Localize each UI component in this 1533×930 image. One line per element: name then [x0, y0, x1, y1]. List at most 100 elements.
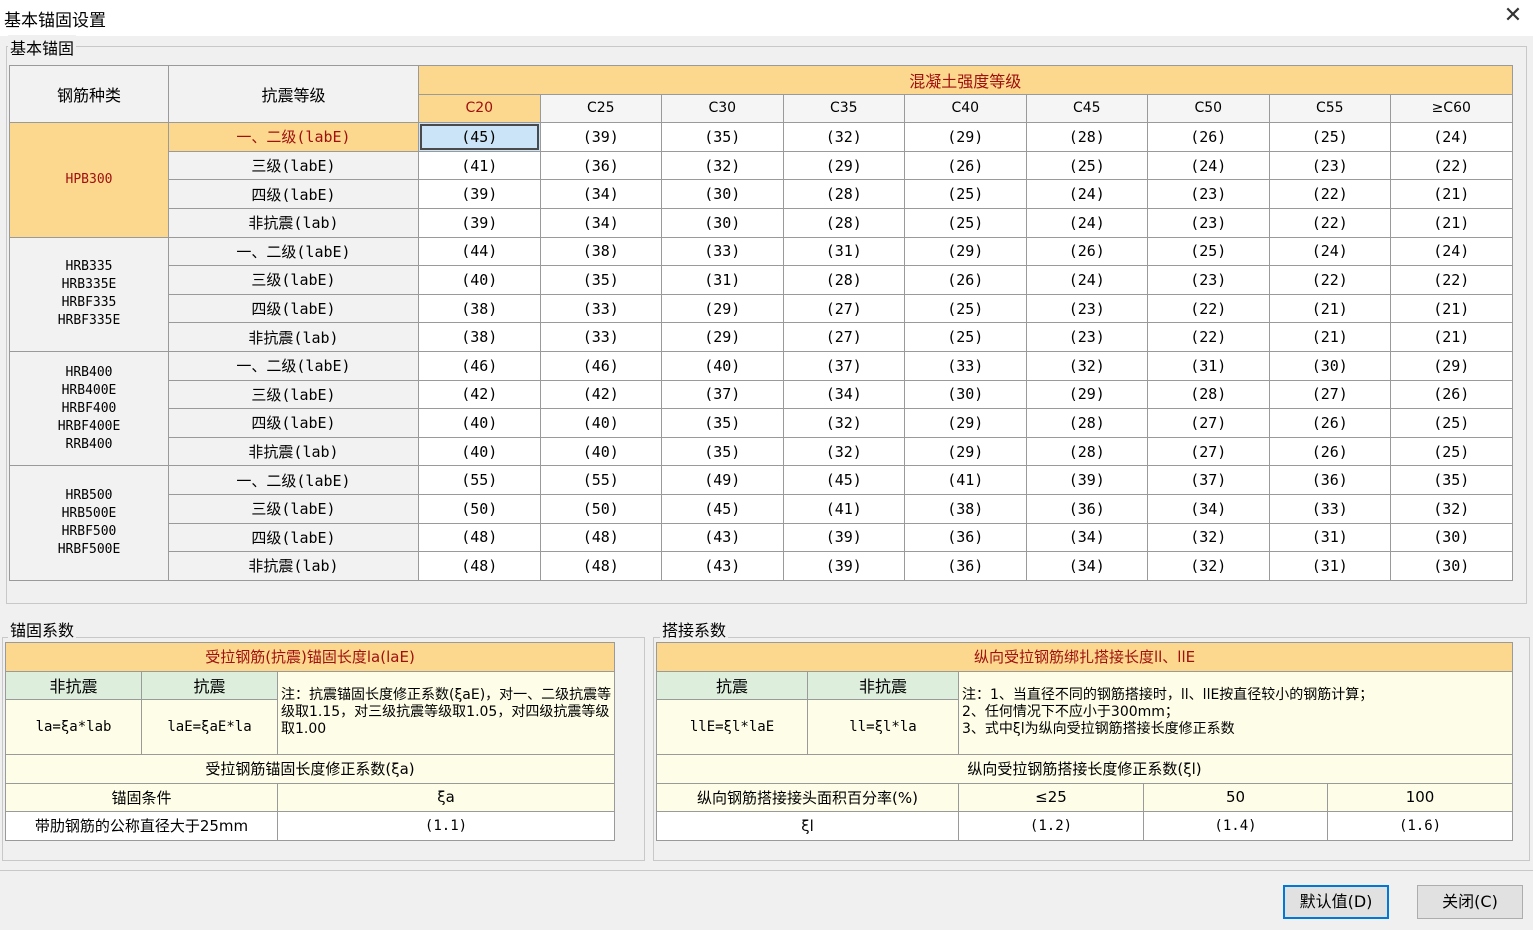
- anchorage-value-cell[interactable]: (38): [904, 493, 1027, 524]
- anchorage-value-cell[interactable]: (28): [782, 265, 905, 295]
- anchorage-value-cell[interactable]: (26): [1268, 408, 1391, 438]
- anchorage-value-cell[interactable]: (48): [539, 522, 662, 553]
- anchorage-value-cell[interactable]: (24): [1025, 265, 1148, 295]
- anchorage-value-cell[interactable]: (46): [418, 350, 541, 381]
- anchorage-value-cell[interactable]: (25): [1025, 150, 1148, 181]
- anchorage-value-cell[interactable]: (35): [661, 408, 784, 438]
- anchorage-value-cell[interactable]: (27): [1147, 408, 1270, 438]
- anchorage-value-cell[interactable]: (29): [782, 150, 905, 181]
- anchorage-value-cell[interactable]: (26): [1025, 236, 1148, 267]
- lap-coef-100[interactable]: (1.6): [1326, 811, 1514, 841]
- anchorage-value-cell[interactable]: (30): [1268, 350, 1391, 381]
- close-button[interactable]: 关闭(C): [1417, 885, 1523, 919]
- anchorage-value-cell[interactable]: (23): [1147, 179, 1270, 209]
- anchorage-value-cell[interactable]: (35): [661, 436, 784, 467]
- anchorage-value-cell[interactable]: (42): [418, 379, 541, 410]
- anchorage-value-cell[interactable]: (23): [1268, 150, 1391, 181]
- anchorage-value-cell[interactable]: (22): [1390, 265, 1513, 295]
- anchorage-value-cell[interactable]: (35): [1390, 465, 1513, 495]
- anchorage-value-cell[interactable]: (21): [1390, 293, 1513, 324]
- anchorage-value-cell[interactable]: (48): [418, 551, 541, 581]
- anchorage-value-cell[interactable]: (44): [418, 236, 541, 267]
- anchorage-value-cell[interactable]: (22): [1268, 179, 1391, 209]
- anchorage-value-cell[interactable]: (37): [1147, 465, 1270, 495]
- anchorage-value-cell[interactable]: (39): [539, 122, 662, 152]
- anchorage-value-cell[interactable]: (40): [539, 436, 662, 467]
- anchorage-value-cell[interactable]: (29): [904, 122, 1027, 152]
- anchorage-value-cell[interactable]: (29): [904, 408, 1027, 438]
- anchorage-value-cell[interactable]: (32): [1390, 493, 1513, 524]
- anchorage-value-cell[interactable]: (25): [904, 322, 1027, 352]
- anchorage-value-cell[interactable]: (34): [539, 179, 662, 209]
- anchorage-value-cell[interactable]: (22): [1147, 322, 1270, 352]
- anchorage-value-cell[interactable]: (22): [1268, 207, 1391, 238]
- anchorage-value-cell[interactable]: (39): [418, 179, 541, 209]
- anchorage-value-cell[interactable]: (45): [661, 493, 784, 524]
- anchorage-value-cell[interactable]: (23): [1147, 265, 1270, 295]
- anchorage-value-cell[interactable]: (35): [661, 122, 784, 152]
- anchorage-value-cell[interactable]: (32): [1147, 522, 1270, 553]
- anchorage-value-cell[interactable]: (31): [661, 265, 784, 295]
- anchorage-value-cell[interactable]: (48): [418, 522, 541, 553]
- anchorage-value-cell[interactable]: (36): [904, 551, 1027, 581]
- anchorage-value-cell[interactable]: (22): [1147, 293, 1270, 324]
- anchorage-value-cell[interactable]: (29): [1390, 350, 1513, 381]
- anchorage-value-cell[interactable]: (33): [661, 236, 784, 267]
- anchorage-value-cell[interactable]: (43): [661, 522, 784, 553]
- anchorage-value-cell[interactable]: (50): [539, 493, 662, 524]
- anchorage-value-cell[interactable]: (25): [1268, 122, 1391, 152]
- anchorage-value-cell[interactable]: (43): [661, 551, 784, 581]
- anchorage-value-cell[interactable]: (23): [1025, 322, 1148, 352]
- anchorage-value-cell[interactable]: (29): [661, 293, 784, 324]
- anchorage-value-cell[interactable]: (34): [1025, 551, 1148, 581]
- anchorage-value-cell[interactable]: (45): [782, 465, 905, 495]
- anchorage-value-cell[interactable]: (34): [1147, 493, 1270, 524]
- anchorage-value-cell[interactable]: (31): [1147, 350, 1270, 381]
- anchorage-value-cell[interactable]: (26): [1147, 122, 1270, 152]
- anchorage-value-cell[interactable]: (40): [661, 350, 784, 381]
- anchorage-value-cell[interactable]: (38): [418, 293, 541, 324]
- anchorage-value-cell[interactable]: (33): [904, 350, 1027, 381]
- anchorage-value-cell[interactable]: (25): [1147, 236, 1270, 267]
- anchorage-value-cell[interactable]: (49): [661, 465, 784, 495]
- anchorage-value-cell[interactable]: (41): [418, 150, 541, 181]
- anchorage-value-cell[interactable]: (40): [418, 408, 541, 438]
- anchorage-value-cell[interactable]: (32): [782, 122, 905, 152]
- anchorage-value-cell[interactable]: (21): [1268, 293, 1391, 324]
- anchorage-value-cell[interactable]: (21): [1268, 322, 1391, 352]
- anchorage-value-cell[interactable]: (29): [904, 436, 1027, 467]
- anchorage-value-cell[interactable]: (33): [539, 293, 662, 324]
- anchorage-value-cell[interactable]: (25): [1390, 408, 1513, 438]
- anchorage-value-cell[interactable]: (33): [539, 322, 662, 352]
- anchorage-value-cell[interactable]: (21): [1390, 207, 1513, 238]
- anchorage-value-cell[interactable]: (31): [1268, 551, 1391, 581]
- anchorage-value-cell[interactable]: (27): [1147, 436, 1270, 467]
- anchorage-value-cell[interactable]: (55): [539, 465, 662, 495]
- anchorage-value-cell[interactable]: (25): [904, 207, 1027, 238]
- anchorage-value-cell[interactable]: (25): [904, 293, 1027, 324]
- anchorage-value-cell[interactable]: (27): [782, 322, 905, 352]
- anchorage-value-cell[interactable]: (40): [539, 408, 662, 438]
- anchorage-value-cell[interactable]: (40): [418, 436, 541, 467]
- anchorage-value-cell[interactable]: (39): [418, 207, 541, 238]
- anchorage-value-cell[interactable]: (34): [539, 207, 662, 238]
- anchorage-value-cell[interactable]: (33): [1268, 493, 1391, 524]
- anchorage-value-cell[interactable]: (26): [904, 265, 1027, 295]
- anchorage-value-cell[interactable]: (24): [1390, 122, 1513, 152]
- anchor-cond-value[interactable]: (1.1): [277, 811, 615, 841]
- anchorage-value-cell[interactable]: (31): [1268, 522, 1391, 553]
- anchorage-value-cell[interactable]: (29): [1025, 379, 1148, 410]
- anchorage-value-cell[interactable]: (37): [661, 379, 784, 410]
- default-button[interactable]: 默认值(D): [1283, 885, 1389, 919]
- anchorage-value-cell[interactable]: (36): [1025, 493, 1148, 524]
- anchorage-value-cell[interactable]: (36): [539, 150, 662, 181]
- anchorage-value-cell[interactable]: (41): [782, 493, 905, 524]
- anchorage-value-cell[interactable]: (55): [418, 465, 541, 495]
- anchorage-value-cell[interactable]: (32): [782, 436, 905, 467]
- anchorage-value-cell[interactable]: (28): [1025, 122, 1148, 152]
- lap-coef-50[interactable]: (1.4): [1143, 811, 1328, 841]
- anchorage-value-cell[interactable]: (39): [782, 522, 905, 553]
- anchorage-value-cell[interactable]: (22): [1268, 265, 1391, 295]
- anchorage-value-cell[interactable]: (24): [1268, 236, 1391, 267]
- anchorage-value-cell[interactable]: (34): [782, 379, 905, 410]
